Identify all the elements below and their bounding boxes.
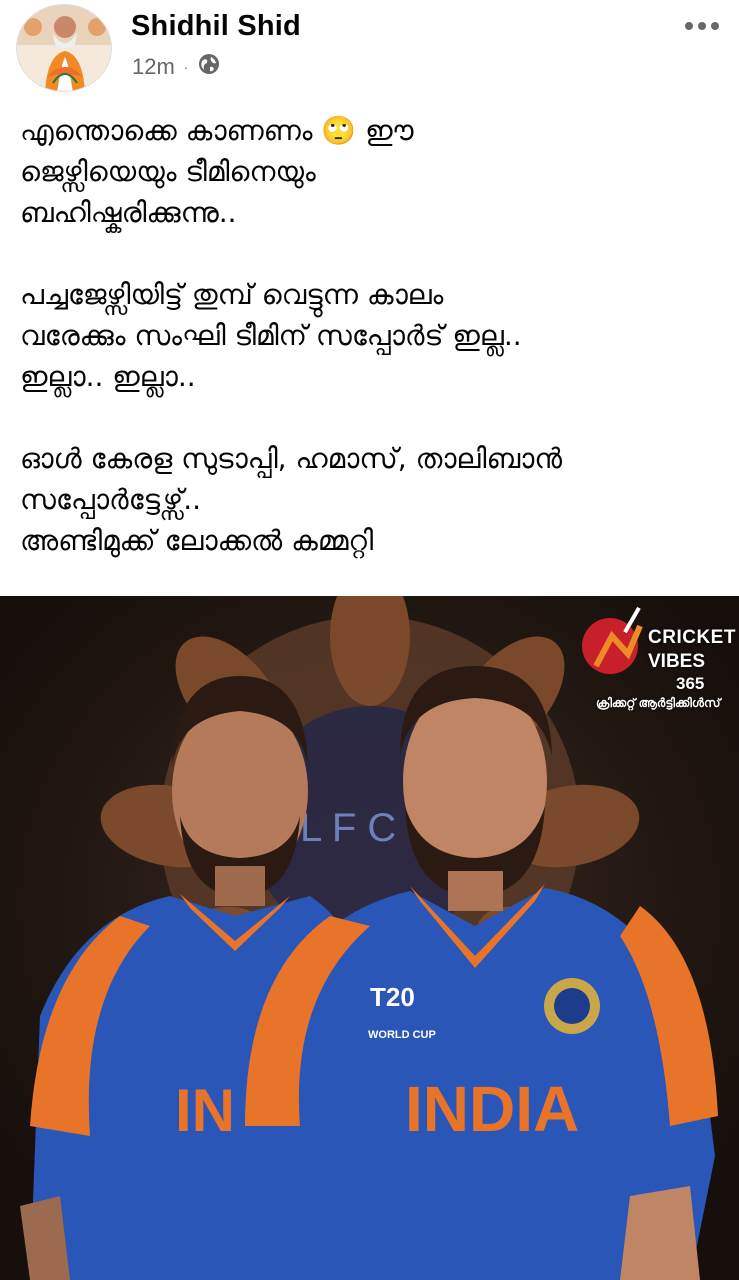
brand-line-1: CRICKET [648,627,736,648]
more-horizontal-icon[interactable] [683,18,721,34]
post-meta: 12m · [132,52,221,82]
right-jersey-text: INDIA [405,1073,579,1145]
world-cup-text: WORLD CUP [368,1029,436,1041]
post-text: എന്തൊക്കെ കാണണം 🙄 ഈ ജെഴ്സിയെയും ടീമിനെയു… [20,110,725,561]
meta-separator: · [183,59,189,75]
post-paragraph: പച്ചജേഴ്സിയിട്ട് തുമ്പ് വെട്ടുന്ന കാലം വ… [20,278,522,393]
crest-text: L F C [300,806,396,850]
globe-icon[interactable] [197,52,221,82]
left-jersey-text: IN [175,1077,235,1144]
post-paragraph: ഓൾ കേരള സുടാപ്പി, ഹമാസ്, താലിബാൻ സപ്പോർട… [20,442,563,557]
t20-logo-text: T20 [370,982,415,1012]
post-image[interactable]: L F C IN INDIA T20 WORLD CUP CRICKET VIB… [0,596,739,1280]
post-paragraph: എന്തൊക്കെ കാണണം 🙄 ഈ ജെഴ്സിയെയും ടീമിനെയു… [20,114,414,229]
post-time[interactable]: 12m [132,54,175,80]
profile-avatar[interactable] [16,4,112,92]
brand-line-3: 365 [676,674,705,693]
post-header: Shidhil Shid 12m · [0,0,739,100]
avatar-image [17,5,111,91]
brand-line-2: VIBES [648,651,706,672]
author-name[interactable]: Shidhil Shid [131,10,301,43]
brand-line-4: ക്രിക്കറ്റ് ആർട്ടിക്കിൾസ് [596,696,721,710]
